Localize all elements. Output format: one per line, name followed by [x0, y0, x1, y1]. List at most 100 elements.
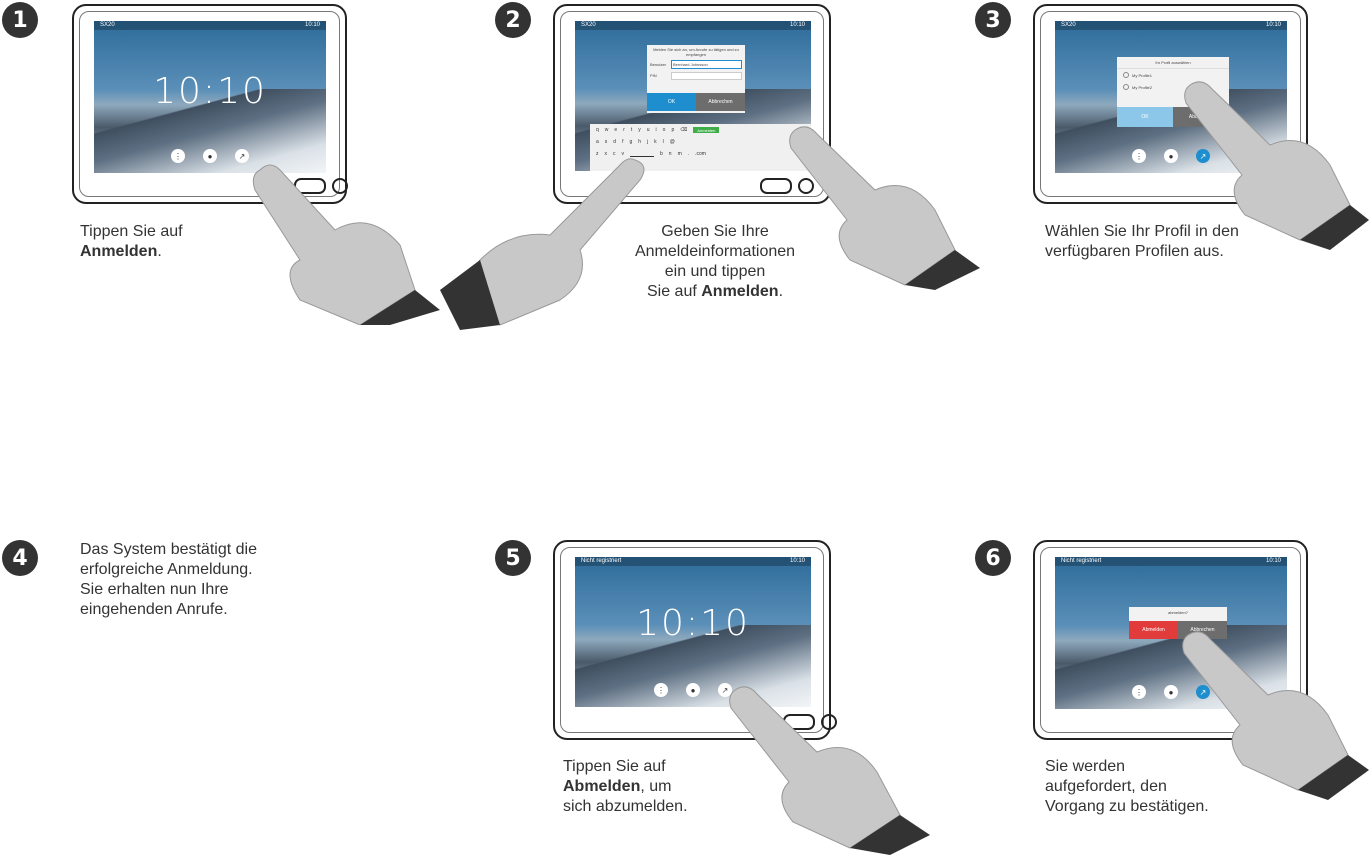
clock-display: 10:10 — [153, 71, 267, 112]
key[interactable]: a — [596, 139, 599, 145]
step-number-6: 6 — [975, 540, 1011, 576]
logout-dialog-header: abmelden? — [1168, 610, 1188, 615]
ok-button[interactable]: OK — [647, 93, 696, 111]
dialpad-button[interactable]: ⋮ — [1132, 685, 1146, 699]
key[interactable]: j — [647, 139, 648, 145]
contacts-button[interactable]: ● — [1164, 685, 1178, 699]
status-label: Nicht registriert — [581, 558, 622, 564]
key[interactable]: @ — [670, 139, 675, 145]
contacts-button[interactable]: ● — [686, 683, 700, 697]
caption-text: Vorgang zu bestätigen. — [1045, 798, 1209, 815]
caption-text: Sie werden — [1045, 758, 1126, 775]
step-3-caption: Wählen Sie Ihr Profil in den verfügbaren… — [1045, 222, 1239, 262]
step-number-4: 4 — [2, 540, 38, 576]
caption-bold: Anmelden — [80, 243, 158, 260]
caption-text: Anmeldeinformationen — [634, 243, 796, 260]
step-4-caption: Das System bestätigt die erfolgreiche An… — [80, 540, 257, 620]
key[interactable]: q — [596, 127, 599, 133]
key[interactable]: d — [613, 139, 616, 145]
key[interactable]: u — [647, 127, 650, 133]
key[interactable]: h — [638, 139, 641, 145]
keyboard-submit-button[interactable]: Anmelden — [693, 127, 720, 133]
step-number-2: 2 — [495, 2, 531, 38]
caption-bold: Abmelden — [563, 778, 641, 795]
profile-option-label: My Profile1 — [1132, 72, 1153, 78]
caption-text: Sie auf — [646, 283, 702, 300]
user-field[interactable]: Bernhard Johnsson — [671, 60, 742, 69]
clock-display: 10:10 — [636, 603, 750, 644]
key[interactable]: .com — [695, 151, 706, 157]
step-number-3: 3 — [975, 2, 1011, 38]
key[interactable]: m — [678, 151, 682, 157]
caption-text: sich abzumelden. — [563, 798, 688, 815]
status-time: 10:10 — [304, 22, 320, 28]
caption-text: , um — [640, 778, 672, 795]
key[interactable]: s — [605, 139, 608, 145]
key[interactable]: t — [631, 127, 632, 133]
contacts-button[interactable]: ● — [1164, 149, 1178, 163]
step-number-5: 5 — [495, 540, 531, 576]
status-bar: Nicht registriert 10:10 — [575, 557, 811, 566]
key[interactable]: w — [605, 127, 609, 133]
caption-text: verfügbaren Profilen aus. — [1045, 243, 1224, 260]
radio-icon — [1123, 72, 1129, 78]
login-screen: SX20 10:10 Melden Sie sich an, um Anrufe… — [575, 21, 811, 171]
caption-text: Tippen Sie auf — [563, 758, 666, 775]
keyboard-row-1: q w e r t y u i o p ⌫ Anmelden — [590, 124, 811, 136]
status-bar: SX20 10:10 — [94, 21, 326, 30]
caption-text: eingehenden Anrufe. — [80, 601, 228, 618]
step-number-1: 1 — [2, 2, 38, 38]
pin-field[interactable] — [671, 71, 742, 80]
caption-text: Sie erhalten nun Ihre — [80, 581, 229, 598]
status-time: 10:10 — [789, 558, 805, 564]
key[interactable]: i — [656, 127, 657, 133]
caption-text: Das System bestätigt die — [80, 541, 257, 558]
status-time: 10:10 — [1265, 22, 1281, 28]
backspace-icon[interactable]: ⌫ — [680, 127, 687, 133]
key[interactable]: r — [623, 127, 625, 133]
user-label: Benutzer — [650, 62, 667, 67]
radio-icon — [1123, 84, 1129, 90]
key[interactable]: e — [614, 127, 617, 133]
profile-option-label: My Profile2 — [1132, 84, 1153, 90]
dialpad-button[interactable]: ⋮ — [171, 149, 185, 163]
step-6-caption: Sie werden aufgefordert, den Vorgang zu … — [1045, 757, 1209, 817]
key[interactable]: b — [660, 151, 663, 157]
key[interactable]: g — [629, 139, 632, 145]
caption-text: Tippen Sie auf — [80, 223, 183, 240]
contacts-button[interactable]: ● — [203, 149, 217, 163]
dialpad-button[interactable]: ⋮ — [654, 683, 668, 697]
caption-bold: Anmelden — [701, 283, 779, 300]
dialpad-button[interactable]: ⋮ — [1132, 149, 1146, 163]
key[interactable]: y — [638, 127, 641, 133]
status-label: SX20 — [581, 22, 596, 28]
key[interactable]: k — [654, 139, 657, 145]
status-label: SX20 — [1061, 22, 1076, 28]
status-label: SX20 — [100, 22, 115, 28]
hand-icon — [729, 686, 930, 855]
caption-text: aufgefordert, den — [1045, 778, 1167, 795]
key[interactable]: o — [663, 127, 666, 133]
ok-button[interactable]: OK — [1117, 107, 1173, 127]
key[interactable]: l — [663, 139, 664, 145]
hand-icon — [252, 164, 440, 325]
status-label: Nicht registriert — [1061, 558, 1102, 564]
cancel-button[interactable]: Abbrechen — [696, 93, 745, 111]
login-dialog-header: Melden Sie sich an, um Anrufe zu tätigen… — [653, 47, 739, 57]
caption-text: ein und tippen — [664, 263, 766, 280]
step-1-caption: Tippen Sie auf Anmelden. — [80, 222, 183, 262]
status-time: 10:10 — [789, 22, 805, 28]
key[interactable]: . — [688, 151, 689, 157]
status-time: 10:10 — [1265, 558, 1281, 564]
caption-text: Geben Sie Ihre — [661, 223, 769, 240]
key[interactable]: n — [669, 151, 672, 157]
key[interactable]: f — [622, 139, 623, 145]
keyboard-row-2: a s d f g h j k l @ — [590, 136, 811, 148]
caption-text: . — [778, 283, 784, 300]
status-bar: SX20 10:10 — [575, 21, 811, 30]
confirm-sign-out-button[interactable]: Abmelden — [1129, 621, 1178, 639]
key[interactable]: p — [671, 127, 674, 133]
status-bar: Nicht registriert 10:10 — [1055, 557, 1287, 566]
pin-label: PIN — [650, 73, 657, 78]
status-bar: SX20 10:10 — [1055, 21, 1287, 30]
